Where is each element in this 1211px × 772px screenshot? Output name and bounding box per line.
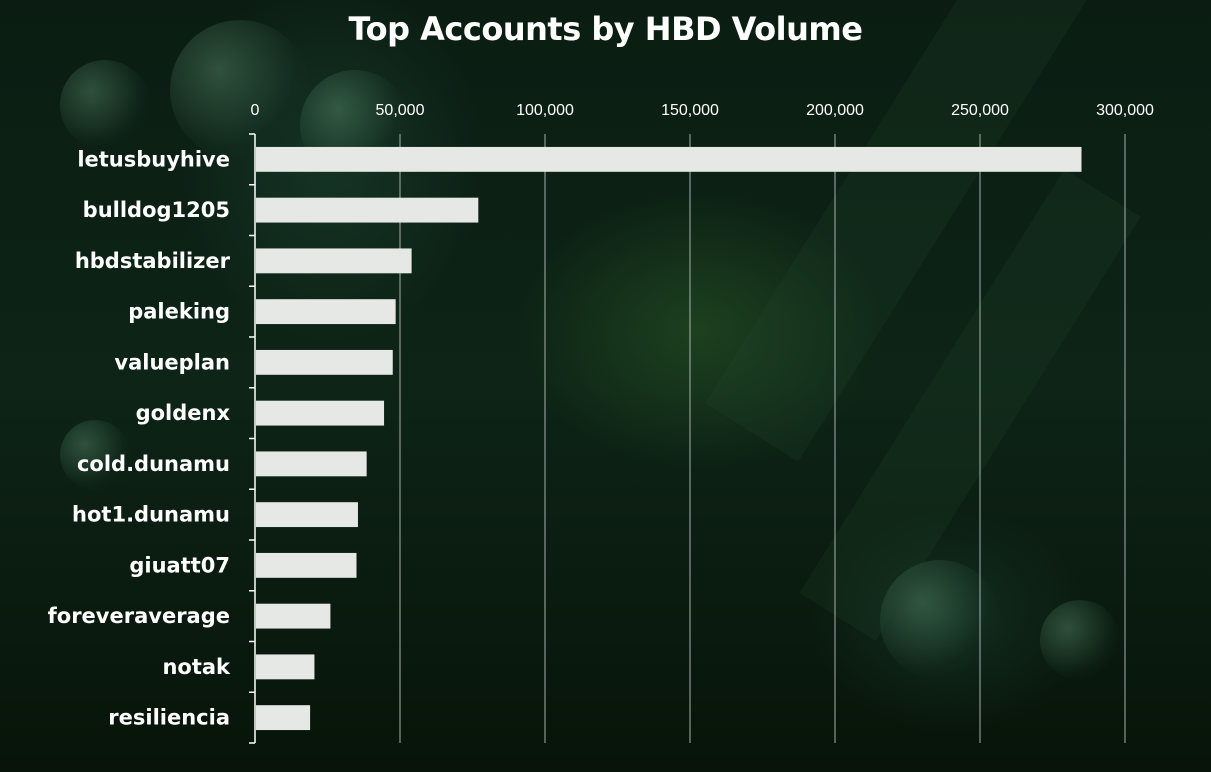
bar-giuatt07 (256, 552, 357, 578)
x-tick-label: 200,000 (806, 102, 864, 119)
category-label: letusbuyhive (77, 147, 230, 171)
bars (256, 146, 1082, 731)
x-tick-label: 0 (251, 102, 260, 119)
bar-bulldog1205 (256, 197, 479, 223)
x-tick-label: 150,000 (661, 102, 719, 119)
bar-letusbuyhive (256, 146, 1082, 172)
axes (249, 133, 256, 744)
category-label: notak (162, 655, 231, 679)
bar-notak (256, 654, 315, 680)
x-tick-label: 50,000 (376, 102, 425, 119)
gridlines (399, 134, 1126, 743)
labels: 0 50,000 100,000 150,000 200,000 250,000 300,0… (48, 102, 1154, 730)
category-label: giuatt07 (129, 553, 230, 577)
category-label: valueplan (114, 350, 230, 374)
bar-hbdstabilizer (256, 248, 412, 274)
category-label: paleking (128, 300, 230, 324)
bar-resiliencia (256, 705, 311, 731)
category-label: resiliencia (108, 706, 230, 730)
bar-chart: 0 50,000 100,000 150,000 200,000 250,000 300,0… (48, 102, 1154, 744)
category-label: hot1.dunamu (72, 503, 230, 527)
bar-foreveraverage (256, 603, 331, 629)
bar-hot1.dunamu (256, 502, 358, 528)
category-label: bulldog1205 (83, 198, 230, 222)
category-label: hbdstabilizer (75, 249, 231, 273)
bar-paleking (256, 299, 396, 325)
bar-cold.dunamu (256, 451, 367, 477)
category-label: cold.dunamu (77, 452, 230, 476)
x-tick-label: 250,000 (951, 102, 1009, 119)
category-label: foreveraverage (48, 604, 230, 628)
x-tick-label: 100,000 (516, 102, 574, 119)
x-tick-label: 300,000 (1096, 102, 1154, 119)
bar-valueplan (256, 349, 393, 375)
category-label: goldenx (136, 401, 231, 425)
bar-goldenx (256, 400, 385, 426)
